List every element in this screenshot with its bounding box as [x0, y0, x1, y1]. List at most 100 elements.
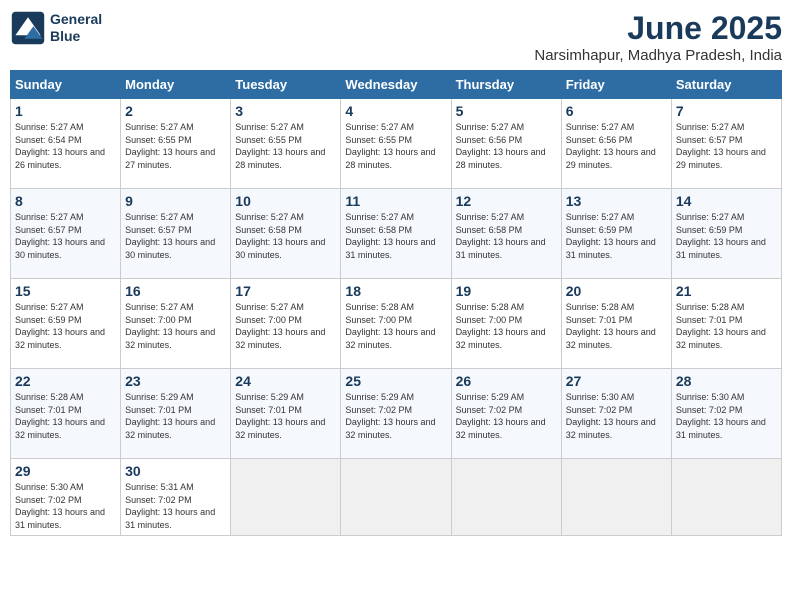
day-info: Sunrise: 5:27 AMSunset: 6:55 PMDaylight:…	[235, 121, 336, 171]
logo-icon	[10, 10, 46, 46]
day-number: 16	[125, 283, 226, 299]
day-number: 17	[235, 283, 336, 299]
header-tuesday: Tuesday	[231, 71, 341, 99]
header-thursday: Thursday	[451, 71, 561, 99]
day-info: Sunrise: 5:27 AMSunset: 6:56 PMDaylight:…	[566, 121, 667, 171]
day-number: 13	[566, 193, 667, 209]
day-number: 19	[456, 283, 557, 299]
day-number: 8	[15, 193, 116, 209]
header-monday: Monday	[121, 71, 231, 99]
calendar-cell: 27 Sunrise: 5:30 AMSunset: 7:02 PMDayligh…	[561, 369, 671, 459]
header: General Blue June 2025 Narsimhapur, Madh…	[10, 10, 782, 64]
day-info: Sunrise: 5:29 AMSunset: 7:02 PMDaylight:…	[345, 391, 446, 441]
calendar-cell: 17Sunrise: 5:27 AMSunset: 7:00 PMDayligh…	[231, 279, 341, 369]
day-info: Sunrise: 5:31 AMSunset: 7:02 PMDaylight:…	[125, 481, 226, 531]
day-number: 10	[235, 193, 336, 209]
day-info: Sunrise: 5:27 AMSunset: 6:55 PMDaylight:…	[345, 121, 446, 171]
day-info: Sunrise: 5:27 AMSunset: 6:54 PMDaylight:…	[15, 121, 116, 171]
calendar-week-row: 15Sunrise: 5:27 AMSunset: 6:59 PMDayligh…	[11, 279, 782, 369]
day-info: Sunrise: 5:27 AMSunset: 6:57 PMDaylight:…	[15, 211, 116, 261]
calendar-cell	[561, 459, 671, 536]
calendar-header-row: SundayMondayTuesdayWednesdayThursdayFrid…	[11, 71, 782, 99]
day-info: Sunrise: 5:29 AMSunset: 7:01 PMDaylight:…	[235, 391, 336, 441]
day-number: 5	[456, 103, 557, 119]
day-info: Sunrise: 5:28 AMSunset: 7:01 PMDaylight:…	[15, 391, 116, 441]
header-friday: Friday	[561, 71, 671, 99]
day-info: Sunrise: 5:27 AMSunset: 6:58 PMDaylight:…	[456, 211, 557, 261]
day-info: Sunrise: 5:30 AMSunset: 7:02 PMDaylight:…	[566, 391, 667, 441]
calendar-cell: 15Sunrise: 5:27 AMSunset: 6:59 PMDayligh…	[11, 279, 121, 369]
day-info: Sunrise: 5:28 AMSunset: 7:00 PMDaylight:…	[345, 301, 446, 351]
day-info: Sunrise: 5:27 AMSunset: 6:55 PMDaylight:…	[125, 121, 226, 171]
day-number: 26	[456, 373, 557, 389]
calendar-cell: 5Sunrise: 5:27 AMSunset: 6:56 PMDaylight…	[451, 99, 561, 189]
day-number: 7	[676, 103, 777, 119]
calendar-cell: 19Sunrise: 5:28 AMSunset: 7:00 PMDayligh…	[451, 279, 561, 369]
day-number: 29	[15, 463, 116, 479]
day-number: 2	[125, 103, 226, 119]
day-number: 6	[566, 103, 667, 119]
calendar-cell: 13 Sunrise: 5:27 AMSunset: 6:59 PMDayligh…	[561, 189, 671, 279]
calendar-cell: 10 Sunrise: 5:27 AMSunset: 6:58 PMDayligh…	[231, 189, 341, 279]
calendar-cell: 12 Sunrise: 5:27 AMSunset: 6:58 PMDayligh…	[451, 189, 561, 279]
day-number: 3	[235, 103, 336, 119]
calendar-cell: 9 Sunrise: 5:27 AMSunset: 6:57 PMDaylight…	[121, 189, 231, 279]
calendar-cell: 6 Sunrise: 5:27 AMSunset: 6:56 PMDaylight…	[561, 99, 671, 189]
header-sunday: Sunday	[11, 71, 121, 99]
location-title: Narsimhapur, Madhya Pradesh, India	[534, 47, 782, 64]
calendar-cell: 7 Sunrise: 5:27 AMSunset: 6:57 PMDaylight…	[671, 99, 781, 189]
day-info: Sunrise: 5:27 AMSunset: 6:57 PMDaylight:…	[676, 121, 777, 171]
header-wednesday: Wednesday	[341, 71, 451, 99]
calendar-cell: 3 Sunrise: 5:27 AMSunset: 6:55 PMDaylight…	[231, 99, 341, 189]
day-number: 30	[125, 463, 226, 479]
day-number: 12	[456, 193, 557, 209]
day-number: 28	[676, 373, 777, 389]
logo: General Blue	[10, 10, 102, 46]
calendar-cell	[341, 459, 451, 536]
day-info: Sunrise: 5:30 AMSunset: 7:02 PMDaylight:…	[15, 481, 116, 531]
calendar-cell: 11Sunrise: 5:27 AMSunset: 6:58 PMDayligh…	[341, 189, 451, 279]
day-number: 24	[235, 373, 336, 389]
day-number: 23	[125, 373, 226, 389]
calendar-cell: 4 Sunrise: 5:27 AMSunset: 6:55 PMDaylight…	[341, 99, 451, 189]
calendar-cell: 29 Sunrise: 5:30 AMSunset: 7:02 PMDayligh…	[11, 459, 121, 536]
day-number: 15	[15, 283, 116, 299]
calendar-cell	[231, 459, 341, 536]
calendar-cell: 22 Sunrise: 5:28 AMSunset: 7:01 PMDayligh…	[11, 369, 121, 459]
day-number: 1	[15, 103, 116, 119]
calendar: SundayMondayTuesdayWednesdayThursdayFrid…	[10, 70, 782, 536]
day-number: 14	[676, 193, 777, 209]
day-info: Sunrise: 5:28 AMSunset: 7:01 PMDaylight:…	[566, 301, 667, 351]
calendar-week-row: 8 Sunrise: 5:27 AMSunset: 6:57 PMDaylight…	[11, 189, 782, 279]
day-number: 9	[125, 193, 226, 209]
calendar-cell	[451, 459, 561, 536]
calendar-cell: 24 Sunrise: 5:29 AMSunset: 7:01 PMDayligh…	[231, 369, 341, 459]
month-title: June 2025	[534, 10, 782, 47]
day-info: Sunrise: 5:27 AMSunset: 6:58 PMDaylight:…	[235, 211, 336, 261]
calendar-cell: 26Sunrise: 5:29 AMSunset: 7:02 PMDayligh…	[451, 369, 561, 459]
day-info: Sunrise: 5:27 AMSunset: 7:00 PMDaylight:…	[125, 301, 226, 351]
calendar-cell: 2 Sunrise: 5:27 AMSunset: 6:55 PMDaylight…	[121, 99, 231, 189]
day-number: 18	[345, 283, 446, 299]
title-area: June 2025 Narsimhapur, Madhya Pradesh, I…	[534, 10, 782, 64]
calendar-cell: 16 Sunrise: 5:27 AMSunset: 7:00 PMDayligh…	[121, 279, 231, 369]
day-info: Sunrise: 5:28 AMSunset: 7:01 PMDaylight:…	[676, 301, 777, 351]
calendar-cell: 25 Sunrise: 5:29 AMSunset: 7:02 PMDayligh…	[341, 369, 451, 459]
day-number: 21	[676, 283, 777, 299]
day-number: 4	[345, 103, 446, 119]
calendar-cell	[671, 459, 781, 536]
calendar-cell: 28Sunrise: 5:30 AMSunset: 7:02 PMDayligh…	[671, 369, 781, 459]
day-number: 22	[15, 373, 116, 389]
calendar-cell: 21 Sunrise: 5:28 AMSunset: 7:01 PMDayligh…	[671, 279, 781, 369]
calendar-week-row: 29 Sunrise: 5:30 AMSunset: 7:02 PMDayligh…	[11, 459, 782, 536]
logo-text: General Blue	[50, 11, 102, 45]
day-info: Sunrise: 5:27 AMSunset: 6:57 PMDaylight:…	[125, 211, 226, 261]
calendar-cell: 30 Sunrise: 5:31 AMSunset: 7:02 PMDayligh…	[121, 459, 231, 536]
day-number: 11	[345, 193, 446, 209]
day-number: 27	[566, 373, 667, 389]
day-info: Sunrise: 5:27 AMSunset: 6:59 PMDaylight:…	[566, 211, 667, 261]
day-info: Sunrise: 5:29 AMSunset: 7:01 PMDaylight:…	[125, 391, 226, 441]
calendar-week-row: 22 Sunrise: 5:28 AMSunset: 7:01 PMDayligh…	[11, 369, 782, 459]
day-number: 25	[345, 373, 446, 389]
calendar-cell: 14Sunrise: 5:27 AMSunset: 6:59 PMDayligh…	[671, 189, 781, 279]
